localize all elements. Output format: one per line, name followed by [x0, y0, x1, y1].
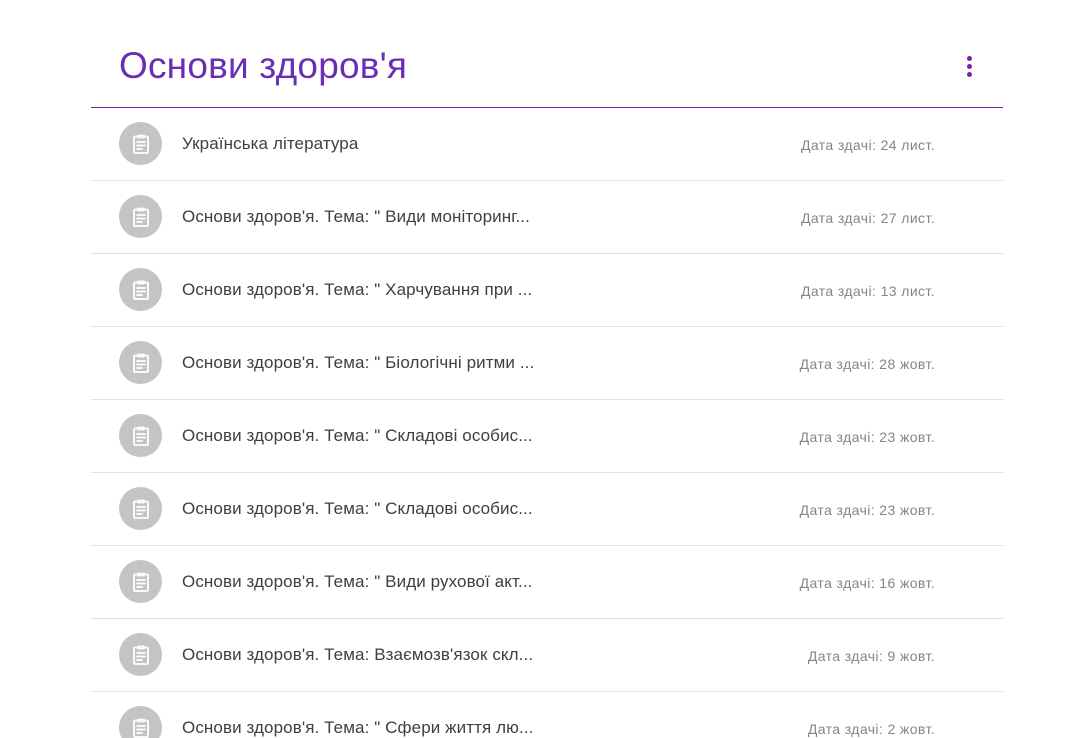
- assignment-icon: [119, 268, 162, 311]
- assignment-icon: [119, 414, 162, 457]
- assignment-item-5[interactable]: Основи здоров'я. Тема: " Складові особис…: [91, 400, 1003, 473]
- assignment-due-date: Дата здачі: 23 жовт.: [799, 502, 935, 518]
- assignment-item-4[interactable]: Основи здоров'я. Тема: " Біологічні ритм…: [91, 327, 1003, 400]
- assignment-title: Основи здоров'я. Тема: " Види моніторинг…: [182, 207, 530, 226]
- classwork-page: Основи здоров'я Українська література Да…: [0, 0, 1072, 738]
- assignment-title: Основи здоров'я. Тема: " Складові особис…: [182, 499, 533, 518]
- clipboard-icon: [132, 718, 149, 738]
- clipboard-icon: [132, 280, 149, 300]
- assignment-due-date: Дата здачі: 2 жовт.: [807, 721, 935, 737]
- clipboard-icon: [132, 353, 149, 373]
- assignment-title: Основи здоров'я. Тема: " Складові особис…: [182, 426, 533, 445]
- topic-title: Основи здоров'я: [119, 45, 408, 86]
- assignment-item-9[interactable]: Основи здоров'я. Тема: " Сфери життя лю.…: [91, 692, 1003, 738]
- assignment-title: Українська література: [182, 134, 359, 153]
- assignment-due-date: Дата здачі: 27 лист.: [800, 210, 935, 226]
- more-dot: [966, 55, 972, 61]
- clipboard-icon: [132, 572, 149, 592]
- assignment-title: Основи здоров'я. Тема: " Біологічні ритм…: [182, 353, 535, 372]
- more-vert-icon[interactable]: [953, 46, 985, 86]
- assignment-due-date: Дата здачі: 24 лист.: [800, 137, 935, 153]
- more-dot: [966, 63, 972, 69]
- assignment-title: Основи здоров'я. Тема: " Сфери життя лю.…: [182, 718, 534, 737]
- assignment-due-date: Дата здачі: 28 жовт.: [799, 356, 935, 372]
- assignment-item-1[interactable]: Українська література Дата здачі: 24 лис…: [91, 108, 1003, 181]
- assignment-icon: [119, 195, 162, 238]
- clipboard-icon: [132, 645, 149, 665]
- assignment-due-date: Дата здачі: 13 лист.: [800, 283, 935, 299]
- assignment-item-3[interactable]: Основи здоров'я. Тема: " Харчування при …: [91, 254, 1003, 327]
- assignment-list: Українська література Дата здачі: 24 лис…: [91, 108, 1003, 738]
- assignment-icon: [119, 560, 162, 603]
- assignment-item-7[interactable]: Основи здоров'я. Тема: " Види рухової ак…: [91, 546, 1003, 619]
- assignment-icon: [119, 706, 162, 738]
- assignment-title: Основи здоров'я. Тема: Взаємозв'язок скл…: [182, 645, 534, 664]
- more-dot: [966, 71, 972, 77]
- clipboard-icon: [132, 499, 149, 519]
- assignment-icon: [119, 122, 162, 165]
- assignment-icon: [119, 341, 162, 384]
- assignment-item-6[interactable]: Основи здоров'я. Тема: " Складові особис…: [91, 473, 1003, 546]
- assignment-icon: [119, 487, 162, 530]
- clipboard-icon: [132, 134, 149, 154]
- assignment-icon: [119, 633, 162, 676]
- clipboard-icon: [132, 207, 149, 227]
- assignment-item-2[interactable]: Основи здоров'я. Тема: " Види моніторинг…: [91, 181, 1003, 254]
- assignment-title: Основи здоров'я. Тема: " Види рухової ак…: [182, 572, 533, 591]
- assignment-due-date: Дата здачі: 23 жовт.: [799, 429, 935, 445]
- assignment-item-8[interactable]: Основи здоров'я. Тема: Взаємозв'язок скл…: [91, 619, 1003, 692]
- clipboard-icon: [132, 426, 149, 446]
- topic-header: Основи здоров'я: [91, 0, 1003, 108]
- assignment-due-date: Дата здачі: 9 жовт.: [807, 648, 935, 664]
- assignment-due-date: Дата здачі: 16 жовт.: [799, 575, 935, 591]
- assignment-title: Основи здоров'я. Тема: " Харчування при …: [182, 280, 533, 299]
